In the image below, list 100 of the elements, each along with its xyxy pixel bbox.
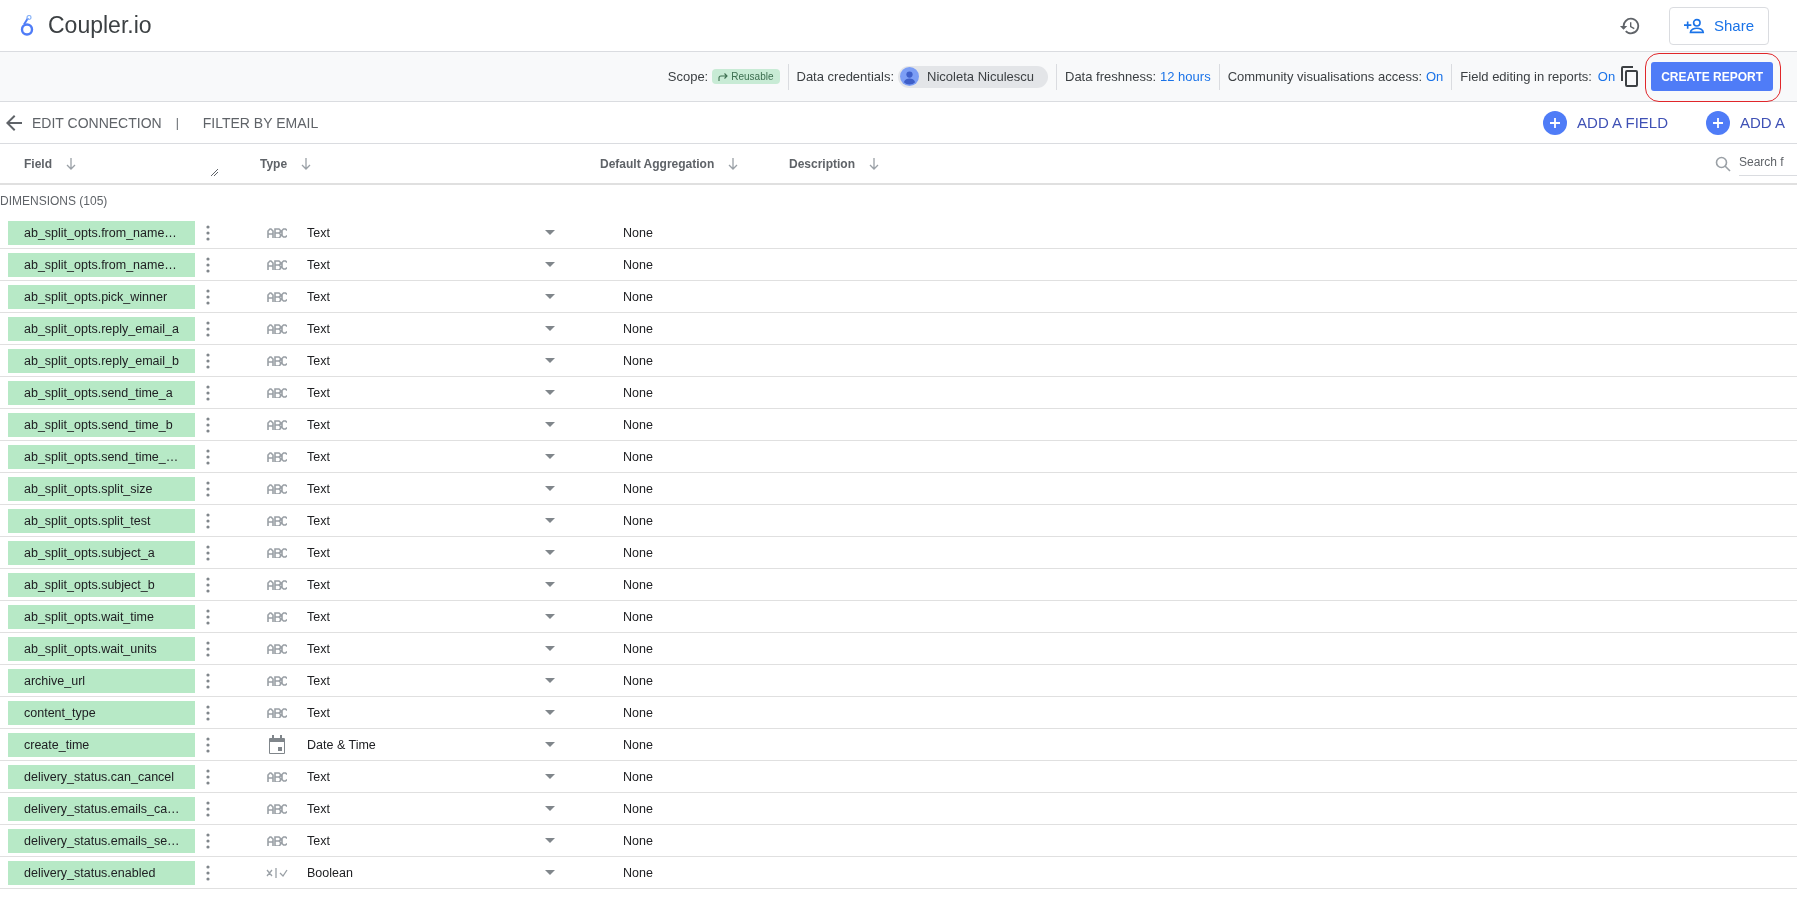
more-icon[interactable] <box>206 256 210 273</box>
plus-icon <box>1706 110 1730 135</box>
more-icon[interactable] <box>206 224 210 241</box>
sort-arrow-icon[interactable] <box>869 157 879 170</box>
user-chip: Nicoleta Niculescu <box>898 65 1048 88</box>
dropdown-caret-icon[interactable] <box>545 422 555 427</box>
more-icon[interactable] <box>206 320 210 337</box>
search-field[interactable]: Search f <box>1739 151 1797 176</box>
resize-handle-icon[interactable] <box>211 169 218 176</box>
add-button[interactable]: ADD A FIELD <box>1543 110 1668 135</box>
sort-arrow-icon[interactable] <box>66 157 76 170</box>
field-chip[interactable]: delivery_status.can_cancel <box>8 764 195 789</box>
field-chip[interactable]: ab_split_opts.from_name… <box>8 220 195 245</box>
more-icon[interactable] <box>206 800 210 817</box>
copy-icon[interactable] <box>1621 66 1640 87</box>
dropdown-caret-icon[interactable] <box>545 550 555 555</box>
dropdown-caret-icon[interactable] <box>545 262 555 267</box>
more-icon[interactable] <box>206 352 210 369</box>
more-icon[interactable] <box>206 864 210 881</box>
share-button[interactable]: Share <box>1668 6 1769 45</box>
more-icon[interactable] <box>206 832 210 849</box>
more-icon[interactable] <box>206 544 210 561</box>
aggregation-value: None <box>623 865 653 880</box>
aggregation-value: None <box>623 769 653 784</box>
field-chip[interactable]: ab_split_opts.split_size <box>8 476 195 501</box>
type-value: Text <box>307 769 331 784</box>
dropdown-caret-icon[interactable] <box>545 294 555 299</box>
dropdown-caret-icon[interactable] <box>545 774 555 779</box>
dropdown-caret-icon[interactable] <box>545 390 555 395</box>
dropdown-caret-icon[interactable] <box>545 678 555 683</box>
column-header[interactable]: Field <box>24 156 52 171</box>
add-button[interactable]: ADD A <box>1706 110 1785 135</box>
edit-connection-link[interactable]: EDIT CONNECTION <box>32 114 162 131</box>
field-chip[interactable]: ab_split_opts.pick_winner <box>8 284 195 309</box>
field-chip[interactable]: create_time <box>8 732 195 757</box>
sort-arrow-icon[interactable] <box>728 157 739 170</box>
field-chip[interactable]: delivery_status.enabled <box>8 860 195 885</box>
sort-arrow-icon[interactable] <box>301 157 312 170</box>
field-chip[interactable]: ab_split_opts.wait_units <box>8 636 195 661</box>
create-report-button[interactable]: CREATE REPORT <box>1651 62 1773 91</box>
field-chip[interactable]: delivery_status.emails_ca… <box>8 796 195 821</box>
more-icon[interactable] <box>206 288 210 305</box>
more-icon[interactable] <box>206 640 210 657</box>
dropdown-caret-icon[interactable] <box>545 742 555 747</box>
column-header[interactable]: Type <box>260 156 288 171</box>
text-type-icon <box>267 515 287 526</box>
column-header[interactable]: Default Aggregation <box>600 156 715 171</box>
reusable-badge: Reusable <box>712 69 780 84</box>
more-icon[interactable] <box>206 576 210 593</box>
search-icon <box>1715 155 1731 172</box>
separator: | <box>175 115 179 130</box>
type-value: Text <box>307 673 331 688</box>
dropdown-caret-icon[interactable] <box>545 358 555 363</box>
field-chip[interactable]: ab_split_opts.reply_email_a <box>8 316 195 341</box>
more-icon[interactable] <box>206 384 210 401</box>
more-icon[interactable] <box>206 480 210 497</box>
aggregation-value: None <box>623 257 653 272</box>
dropdown-caret-icon[interactable] <box>545 646 555 651</box>
dropdown-caret-icon[interactable] <box>545 486 555 491</box>
more-icon[interactable] <box>206 416 210 433</box>
field-chip[interactable]: ab_split_opts.from_name… <box>8 252 195 277</box>
more-icon[interactable] <box>206 704 210 721</box>
dropdown-caret-icon[interactable] <box>545 838 555 843</box>
back-arrow-icon[interactable] <box>6 114 22 131</box>
more-icon[interactable] <box>206 448 210 465</box>
field-chip[interactable]: delivery_status.emails_se… <box>8 828 195 853</box>
type-value: Text <box>307 513 331 528</box>
dropdown-caret-icon[interactable] <box>545 614 555 619</box>
field-chip[interactable]: ab_split_opts.split_test <box>8 508 195 533</box>
filter-by-email-link[interactable]: FILTER BY EMAIL <box>202 114 319 131</box>
field-chip[interactable]: content_type <box>8 700 195 725</box>
dropdown-caret-icon[interactable] <box>545 870 555 875</box>
dropdown-caret-icon[interactable] <box>545 710 555 715</box>
more-icon[interactable] <box>206 512 210 529</box>
column-header[interactable]: Description <box>789 156 855 171</box>
dropdown-caret-icon[interactable] <box>545 582 555 587</box>
freshness-link[interactable]: 12 hours <box>1160 69 1211 84</box>
dropdown-caret-icon[interactable] <box>545 806 555 811</box>
dropdown-caret-icon[interactable] <box>545 518 555 523</box>
text-type-icon <box>267 547 287 558</box>
field-chip[interactable]: ab_split_opts.subject_a <box>8 540 195 565</box>
field-chip[interactable]: ab_split_opts.send_time_… <box>8 444 195 469</box>
more-icon[interactable] <box>206 736 210 753</box>
community-access-link[interactable]: On <box>1426 69 1444 84</box>
aggregation-value: None <box>623 225 653 240</box>
scope-label: Scope: <box>667 69 709 84</box>
field-chip[interactable]: ab_split_opts.subject_b <box>8 572 195 597</box>
field-editing-link[interactable]: On <box>1597 69 1616 84</box>
dropdown-caret-icon[interactable] <box>545 230 555 235</box>
dropdown-caret-icon[interactable] <box>545 326 555 331</box>
field-chip[interactable]: ab_split_opts.reply_email_b <box>8 348 195 373</box>
field-chip[interactable]: archive_url <box>8 668 195 693</box>
more-icon[interactable] <box>206 608 210 625</box>
field-chip[interactable]: ab_split_opts.send_time_b <box>8 412 195 437</box>
field-chip[interactable]: ab_split_opts.send_time_a <box>8 380 195 405</box>
dropdown-caret-icon[interactable] <box>545 454 555 459</box>
text-type-icon <box>267 675 287 686</box>
more-icon[interactable] <box>206 672 210 689</box>
field-chip[interactable]: ab_split_opts.wait_time <box>8 604 195 629</box>
more-icon[interactable] <box>206 768 210 785</box>
